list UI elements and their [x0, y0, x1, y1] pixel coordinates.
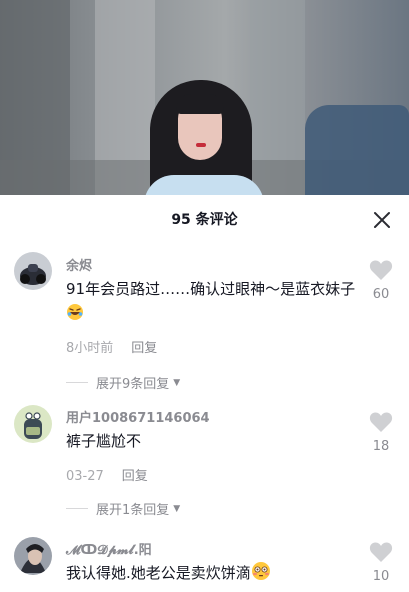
- rolling-laughing-emoji: [66, 303, 84, 328]
- like-button[interactable]: 10: [369, 541, 393, 584]
- caret-down-icon: ▼: [173, 377, 181, 388]
- reply-button[interactable]: 回复: [122, 469, 148, 484]
- video-person-lips: [196, 143, 206, 147]
- like-count: 10: [372, 569, 390, 584]
- reply-button[interactable]: 回复: [131, 341, 157, 356]
- comment-time: 03-27: [66, 469, 104, 484]
- heart-icon: [369, 260, 393, 280]
- comment-text: 91年会员路过……确认过眼神～是蓝衣妹子: [66, 277, 356, 328]
- like-count: 60: [372, 287, 390, 302]
- comment-username[interactable]: 余烬: [66, 255, 92, 274]
- avatar[interactable]: [14, 405, 52, 443]
- comment-text: 我认得她.她老公是卖炊饼滴: [66, 561, 356, 588]
- like-button[interactable]: 18: [369, 411, 393, 454]
- comment-item: 用户1008671146064 裤子尴尬不 03-27 回复 18 展开1条回复 …: [0, 405, 409, 520]
- expand-replies-button[interactable]: 展开9条回复 ▼: [66, 373, 180, 392]
- flushed-emoji: [251, 561, 271, 588]
- comments-sheet: 95 条评论 余烬 91年会员路过……确认过眼神～是蓝衣妹子 8小时前 回复 60: [0, 195, 409, 592]
- heart-icon: [369, 542, 393, 562]
- divider-line: [66, 508, 88, 509]
- expand-replies-button[interactable]: 展开1条回复 ▼: [66, 499, 180, 518]
- heart-icon: [369, 412, 393, 432]
- divider-line: [66, 382, 88, 383]
- comment-text-body: 91年会员路过……确认过眼神～是蓝衣妹子: [66, 280, 356, 298]
- comment-meta: 03-27 回复: [66, 465, 148, 484]
- avatar[interactable]: [14, 537, 52, 575]
- comment-text: 裤子尴尬不: [66, 429, 356, 453]
- caret-down-icon: ▼: [173, 503, 181, 514]
- comment-item: 𝓜ↀ𝓓𝓹𝓶𝓵.阳 我认得她.她老公是卖炊饼滴 10: [0, 535, 409, 592]
- like-count: 18: [372, 439, 390, 454]
- like-button[interactable]: 60: [369, 259, 393, 302]
- comment-text-body: 我认得她.她老公是卖炊饼滴: [66, 564, 251, 582]
- video-person-bangs: [176, 94, 224, 114]
- expand-replies-label: 展开1条回复: [96, 503, 170, 518]
- avatar[interactable]: [14, 252, 52, 290]
- comment-username[interactable]: 用户1008671146064: [66, 407, 210, 426]
- video-frame[interactable]: [0, 0, 409, 195]
- close-icon[interactable]: [373, 211, 391, 229]
- comment-text-body: 裤子尴尬不: [66, 432, 142, 450]
- comment-time: 8小时前: [66, 341, 114, 356]
- expand-replies-label: 展开9条回复: [96, 377, 170, 392]
- sheet-header: 95 条评论: [0, 195, 409, 241]
- video-car: [305, 105, 409, 195]
- comments-count-title: 95 条评论: [171, 212, 238, 228]
- comment-username[interactable]: 𝓜ↀ𝓓𝓹𝓶𝓵.阳: [66, 539, 152, 558]
- comment-item: 余烬 91年会员路过……确认过眼神～是蓝衣妹子 8小时前 回复 60 展开9条回复…: [0, 249, 409, 399]
- comment-meta: 8小时前 回复: [66, 337, 157, 356]
- video-person-shoulder: [144, 175, 264, 195]
